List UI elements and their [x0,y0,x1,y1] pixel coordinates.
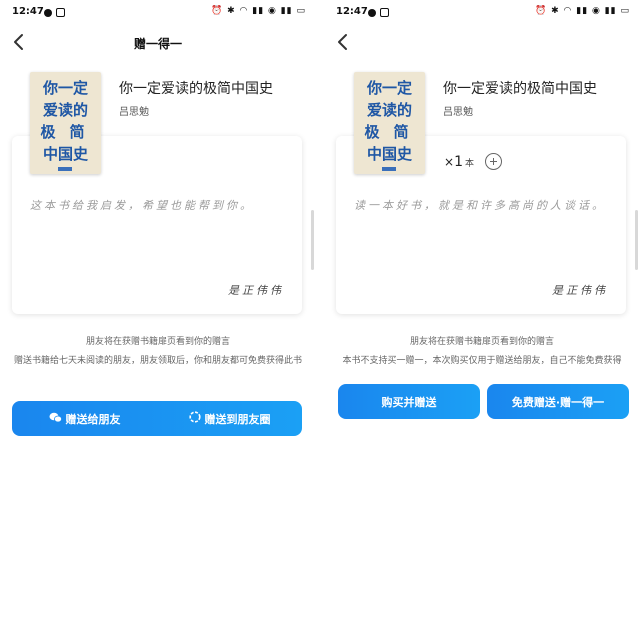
status-bar: 12:47 ⏰ ✱ ◠ ▮▮ ◉ ▮▮ ▭ [336,6,630,20]
buy-and-gift-label: 购买并赠送 [381,395,437,409]
status-time: 12:47 [336,6,368,17]
send-to-friend-label: 赠送给朋友 [65,412,121,426]
signature: 是正伟伟 [552,284,608,297]
cover-line-4: 中国史 [366,145,412,163]
left-screen: 12:47 ⏰ ✱ ◠ ▮▮ ◉ ▮▮ ▭ 赠一得一 你一定 爱读的 极简 中国… [0,0,316,617]
book-author: 吕思勉 [119,107,149,118]
send-to-friend-button[interactable]: 赠送给朋友 [12,401,157,436]
page-title: 赠一得一 [133,37,182,51]
gift-message[interactable]: 读一本好书，就是和许多高尚的人谈话。 [354,196,616,216]
app-notification-icon [380,8,389,17]
rule-text: 本书不支持买一赠一，本次购买仅用于赠送给朋友，自己不能免费获得 [342,356,622,366]
cover-line-3: 极简 [40,123,99,141]
cover-line-2: 爱读的 [42,101,88,119]
back-arrow-icon[interactable] [336,32,350,52]
signature: 是正伟伟 [228,284,284,297]
quantity-display: ×1 本 [444,154,474,170]
free-gift-button[interactable]: 免费赠送·赠一得一 [487,384,629,419]
info-text: 朋友将在获赠书籍扉页看到你的赠言 [409,337,554,347]
scrollbar[interactable] [635,210,638,270]
book-cover: 你一定 爱读的 极简 中国史 [354,72,425,174]
publisher-logo [58,167,72,171]
right-screen: 12:47 ⏰ ✱ ◠ ▮▮ ◉ ▮▮ ▭ 你一定 爱读的 极简 中国史 你一定… [324,0,640,617]
buy-and-gift-button[interactable]: 购买并赠送 [338,384,480,419]
cover-line-4: 中国史 [42,145,88,163]
free-gift-label: 免费赠送·赠一得一 [511,395,605,409]
quantity-count: 1 [454,154,463,170]
wechat-icon [49,412,62,426]
cover-line-1: 你一定 [42,79,88,97]
info-text: 朋友将在获赠书籍扉页看到你的赠言 [85,337,230,347]
status-bar: 12:47 ⏰ ✱ ◠ ▮▮ ◉ ▮▮ ▭ [12,6,306,20]
book-title: 你一定爱读的极简中国史 [443,81,597,97]
rule-text: 赠送书籍给七天未阅读的朋友，朋友领取后，你和朋友都可免费获得此书 [13,356,302,366]
send-to-moments-button[interactable]: 赠送到朋友圈 [157,401,302,436]
book-title: 你一定爱读的极简中国史 [119,81,273,97]
cover-line-3: 极简 [364,123,423,141]
status-icons: ⏰ ✱ ◠ ▮▮ ◉ ▮▮ ▭ [535,6,630,16]
cover-line-2: 爱读的 [366,101,412,119]
share-button-bar: 赠送给朋友 赠送到朋友圈 [12,401,302,436]
book-author: 吕思勉 [443,107,473,118]
quantity-times: × [444,155,455,169]
status-icons: ⏰ ✱ ◠ ▮▮ ◉ ▮▮ ▭ [211,6,306,16]
quantity-unit: 本 [464,159,474,169]
scrollbar[interactable] [311,210,314,270]
gift-message[interactable]: 这本书给我启发，希望也能帮到你。 [30,196,292,216]
moments-icon [188,411,201,426]
cover-line-1: 你一定 [366,79,412,97]
add-quantity-plus-icon[interactable] [485,153,502,170]
status-time: 12:47 [12,6,44,17]
book-cover: 你一定 爱读的 极简 中国史 [30,72,101,174]
notification-dot-icon [368,9,376,17]
app-notification-icon [56,8,65,17]
send-to-moments-label: 赠送到朋友圈 [204,412,271,426]
publisher-logo [382,167,396,171]
notification-dot-icon [44,9,52,17]
